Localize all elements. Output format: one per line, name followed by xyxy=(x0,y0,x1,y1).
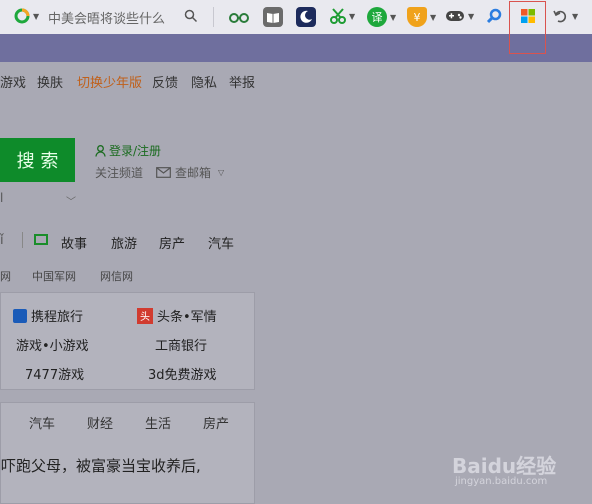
site-link[interactable]: 网信网 xyxy=(100,268,133,284)
chevron-down-icon: ▼ xyxy=(468,11,475,21)
quick-link-label: 游戏•小游戏 xyxy=(16,339,89,354)
category-fragment: ǐ xyxy=(0,233,4,248)
top-nav: 游戏 换肤 切换少年版 反馈 隐私 举报 xyxy=(0,62,592,98)
news-tab-car[interactable]: 汽车 xyxy=(29,413,55,432)
ctrip-icon xyxy=(13,308,27,323)
glasses-icon[interactable] xyxy=(228,10,250,24)
quick-link-label: 7477游戏 xyxy=(25,368,85,383)
news-headline[interactable]: 吓跑父母，被富豪当宝收养后, xyxy=(1,455,201,476)
nav-item-feedback[interactable]: 反馈 xyxy=(152,72,178,91)
quick-link-3d-games[interactable]: 3d免费游戏 xyxy=(148,364,217,383)
search-button-label: 搜 索 xyxy=(16,151,59,172)
quick-link-label: 3d免费游戏 xyxy=(148,368,217,383)
site-links: 网 中国军网 网信网 xyxy=(0,262,592,290)
category-house[interactable]: 房产 xyxy=(159,233,185,252)
book-icon[interactable] xyxy=(263,7,283,27)
news-tab-house[interactable]: 房产 xyxy=(203,413,229,432)
follow-channel-link[interactable]: 关注频道 xyxy=(95,164,143,181)
nav-item-report[interactable]: 举报 xyxy=(229,72,255,91)
nav-item-games[interactable]: 游戏 xyxy=(0,72,26,91)
screenshot-tool[interactable]: ▼ xyxy=(330,8,355,24)
magnifier-icon[interactable] xyxy=(486,8,502,24)
browser-toolbar: ▼ 中美会晤将谈些什么 ▼ 译 ▼ ¥ ▼ ▼ ▼ xyxy=(0,0,592,34)
translate-icon: 译 xyxy=(367,7,387,27)
quick-link-games[interactable]: 游戏•小游戏 xyxy=(16,335,89,354)
gamepad-icon xyxy=(446,11,464,21)
shield-icon-label: ¥ xyxy=(413,10,421,24)
chevron-down-icon: ▼ xyxy=(33,11,40,21)
news-tab-life[interactable]: 生活 xyxy=(145,413,171,432)
chevron-down-icon: ▼ xyxy=(572,11,579,21)
toolbar-overlay-band xyxy=(0,34,592,62)
shield-tool[interactable]: ¥ ▼ xyxy=(407,7,436,27)
quick-link-7477[interactable]: 7477游戏 xyxy=(25,364,84,383)
chevron-down-icon: ▼ xyxy=(390,12,397,22)
site-link[interactable]: 中国军网 xyxy=(32,268,76,284)
login-label: 登录/注册 xyxy=(109,144,162,158)
category-divider xyxy=(22,232,23,248)
quick-link-label: 携程旅行 xyxy=(31,310,84,325)
nav-item-youth[interactable]: 切换少年版 xyxy=(77,72,142,91)
moon-icon[interactable] xyxy=(296,7,316,27)
search-button[interactable]: 搜 索 xyxy=(0,138,75,182)
undo-icon xyxy=(553,10,567,23)
nav-item-privacy[interactable]: 隐私 xyxy=(191,72,217,91)
quick-link-label: 工商银行 xyxy=(155,339,208,354)
quick-link-ctrip[interactable]: 携程旅行 xyxy=(13,306,83,325)
game-tool[interactable]: ▼ xyxy=(445,9,474,23)
watermark-url: jingyan.baidu.com xyxy=(455,476,548,487)
toolbar-divider xyxy=(213,7,214,27)
story-icon xyxy=(34,234,48,245)
search-scope-fragment: l xyxy=(0,191,4,205)
category-car[interactable]: 汽车 xyxy=(208,233,234,252)
baidu-jingyan-watermark: Baidu经验 xyxy=(452,454,557,478)
chevron-down-icon: ▼ xyxy=(349,11,356,21)
mail-label: 查邮箱 xyxy=(175,166,212,180)
category-story[interactable]: 故事 xyxy=(61,233,87,252)
quick-links-card: 携程旅行 头 头条•军情 游戏•小游戏 工商银行 7477游戏 3d免费游戏 xyxy=(0,292,255,390)
quick-link-label: 头条•军情 xyxy=(157,310,217,325)
translate-icon-label: 译 xyxy=(371,11,383,24)
news-tab-finance[interactable]: 财经 xyxy=(87,413,113,432)
nav-item-skin[interactable]: 换肤 xyxy=(37,72,63,91)
quick-link-toutiao[interactable]: 头 头条•军情 xyxy=(137,306,217,325)
chevron-down-icon[interactable]: ﹀ xyxy=(66,193,76,208)
translate-tool[interactable]: 译 ▼ xyxy=(367,7,396,27)
chevron-down-icon: ▽ xyxy=(218,168,225,177)
chevron-down-icon: ▼ xyxy=(430,12,437,22)
scissors-icon xyxy=(330,8,346,24)
search-engine-selector[interactable]: ▼ xyxy=(14,8,39,24)
news-card: 汽车 财经 生活 房产 吓跑父母，被富豪当宝收养后, xyxy=(0,402,255,504)
search-engine-icon xyxy=(14,8,30,24)
check-mail-link[interactable]: 查邮箱 ▽ xyxy=(156,164,224,181)
search-icon[interactable] xyxy=(184,9,198,23)
category-travel[interactable]: 旅游 xyxy=(111,233,137,252)
annotation-highlight-box xyxy=(509,1,546,54)
category-nav: ǐ 故事 旅游 房产 汽车 xyxy=(0,222,592,260)
shield-icon: ¥ xyxy=(407,7,427,27)
search-input[interactable]: 中美会晤将谈些什么 xyxy=(48,8,165,27)
site-link[interactable]: 网 xyxy=(0,268,11,284)
user-icon xyxy=(95,144,106,157)
undo-tool[interactable]: ▼ xyxy=(553,8,578,24)
login-link[interactable]: 登录/注册 xyxy=(95,142,161,159)
toutiao-icon: 头 xyxy=(137,307,153,324)
mail-icon xyxy=(156,167,171,178)
quick-link-icbc[interactable]: 工商银行 xyxy=(155,335,207,354)
